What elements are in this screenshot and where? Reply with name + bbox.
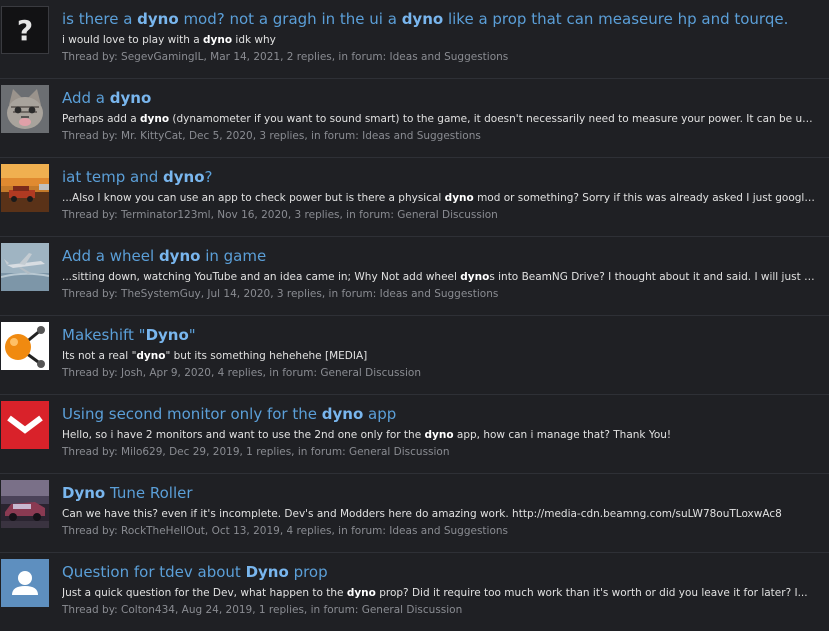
- kitten-photo[interactable]: [1, 85, 49, 133]
- thread-title-link[interactable]: iat temp and dyno?: [62, 168, 817, 187]
- search-result: Using second monitor only for the dyno a…: [0, 395, 829, 474]
- search-result: Makeshift "Dyno" Its not a real "dyno" b…: [0, 316, 829, 395]
- search-result: ? is there a dyno mod? not a gragh in th…: [0, 0, 829, 79]
- forum-link[interactable]: General Discussion: [349, 446, 450, 458]
- red-chevron-logo[interactable]: [1, 401, 49, 449]
- result-snippet: ...Also I know you can use an app to che…: [62, 192, 817, 204]
- forum-link[interactable]: Ideas and Suggestions: [390, 51, 509, 63]
- result-snippet: Its not a real "dyno" but its something …: [62, 350, 368, 362]
- default-user-icon[interactable]: [1, 559, 49, 607]
- author-link[interactable]: Josh: [121, 367, 143, 379]
- result-meta: Thread by: RockTheHellOut, Oct 13, 2019,…: [62, 525, 509, 537]
- thread-title-link[interactable]: Dyno Tune Roller: [62, 484, 817, 503]
- thread-title-link[interactable]: Add a wheel dyno in game: [62, 247, 817, 266]
- result-snippet: ...sitting down, watching YouTube and an…: [62, 271, 817, 283]
- thread-title-link[interactable]: Makeshift "Dyno": [62, 326, 817, 345]
- result-meta: Thread by: Josh, Apr 9, 2020, 4 replies,…: [62, 367, 421, 379]
- author-link[interactable]: Terminator123ml: [121, 209, 211, 221]
- result-snippet: Perhaps add a dyno (dynamometer if you w…: [62, 113, 817, 125]
- author-link[interactable]: TheSystemGuy: [121, 288, 201, 300]
- forum-link[interactable]: General Discussion: [320, 367, 421, 379]
- search-result: Question for tdev about Dyno prop Just a…: [0, 553, 829, 631]
- author-link[interactable]: Mr. KittyCat: [121, 130, 182, 142]
- search-result: Dyno Tune Roller Can we have this? even …: [0, 474, 829, 553]
- result-meta: Thread by: Terminator123ml, Nov 16, 2020…: [62, 209, 498, 221]
- author-link[interactable]: Milo629: [121, 446, 162, 458]
- forum-link[interactable]: Ideas and Suggestions: [389, 525, 508, 537]
- result-meta: Thread by: Colton434, Aug 24, 2019, 1 re…: [62, 604, 463, 616]
- thread-title-link[interactable]: Add a dyno: [62, 89, 817, 108]
- svg-text:?: ?: [17, 14, 33, 47]
- thread-title-link[interactable]: Question for tdev about Dyno prop: [62, 563, 817, 582]
- result-snippet: Can we have this? even if it's incomplet…: [62, 508, 782, 520]
- result-snippet: Hello, so i have 2 monitors and want to …: [62, 429, 672, 441]
- search-result: iat temp and dyno? ...Also I know you ca…: [0, 158, 829, 237]
- thread-title-link[interactable]: is there a dyno mod? not a gragh in the …: [62, 10, 817, 29]
- forum-link[interactable]: Ideas and Suggestions: [380, 288, 499, 300]
- result-meta: Thread by: SegevGamingIL, Mar 14, 2021, …: [62, 51, 509, 63]
- search-result: Add a wheel dyno in game ...sitting down…: [0, 237, 829, 316]
- forum-link[interactable]: General Discussion: [397, 209, 498, 221]
- sunset-car-photo[interactable]: [1, 164, 49, 212]
- forum-link[interactable]: Ideas and Suggestions: [362, 130, 481, 142]
- result-meta: Thread by: Mr. KittyCat, Dec 5, 2020, 3 …: [62, 130, 481, 142]
- result-meta: Thread by: Milo629, Dec 29, 2019, 1 repl…: [62, 446, 450, 458]
- thread-title-link[interactable]: Using second monitor only for the dyno a…: [62, 405, 817, 424]
- car-render-photo[interactable]: [1, 480, 49, 528]
- search-results-list: ? is there a dyno mod? not a gragh in th…: [0, 0, 829, 631]
- author-link[interactable]: SegevGamingIL: [121, 51, 203, 63]
- jet-plane-photo[interactable]: [1, 243, 49, 291]
- result-meta: Thread by: TheSystemGuy, Jul 14, 2020, 3…: [62, 288, 499, 300]
- author-link[interactable]: RockTheHellOut: [121, 525, 205, 537]
- question-mark-icon[interactable]: ?: [1, 6, 49, 54]
- result-snippet: Just a quick question for the Dev, what …: [62, 587, 808, 599]
- search-result: Add a dyno Perhaps add a dyno (dynamomet…: [0, 79, 829, 158]
- result-snippet: i would love to play with a dyno idk why: [62, 34, 276, 46]
- author-link[interactable]: Colton434: [121, 604, 175, 616]
- forum-link[interactable]: General Discussion: [362, 604, 463, 616]
- molecule-icon[interactable]: [1, 322, 49, 370]
